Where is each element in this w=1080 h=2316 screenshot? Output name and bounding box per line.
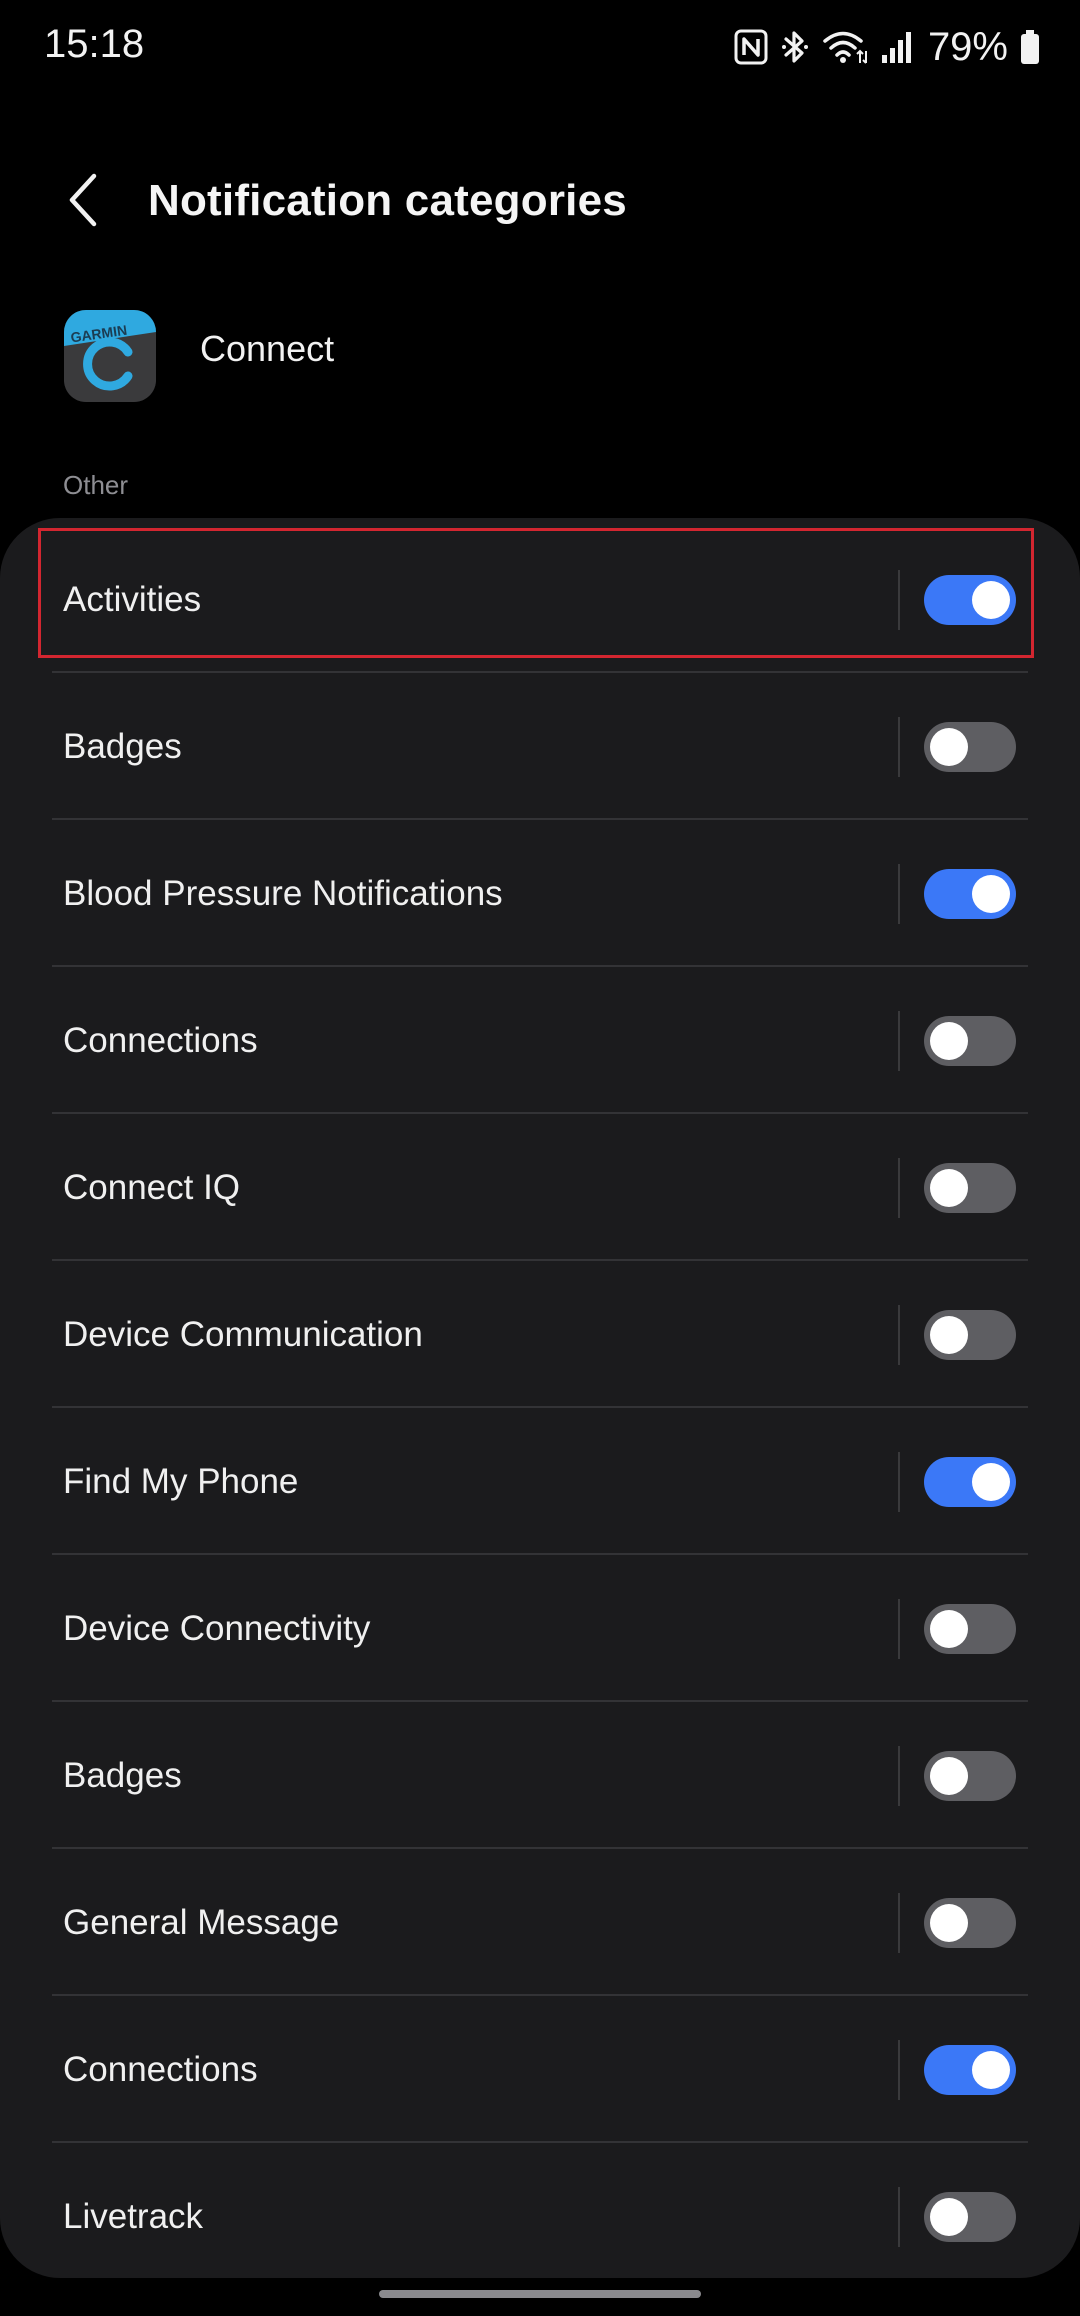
row-separator xyxy=(898,1304,900,1365)
category-toggle[interactable] xyxy=(924,1897,1016,1948)
category-row[interactable]: Device Connectivity xyxy=(0,1555,1080,1702)
category-label: Connections xyxy=(63,1020,258,1060)
category-row[interactable]: Badges xyxy=(0,673,1080,820)
category-toggle[interactable] xyxy=(924,1162,1016,1213)
row-separator xyxy=(898,2186,900,2247)
toggle-knob xyxy=(930,2197,968,2236)
category-label: Badges xyxy=(63,726,182,766)
category-label: Livetrack xyxy=(63,2196,204,2236)
category-label: Activities xyxy=(63,579,202,619)
row-separator xyxy=(898,1010,900,1071)
toggle-knob xyxy=(930,1021,968,1060)
section-label: Other xyxy=(63,470,129,500)
status-time: 15:18 xyxy=(44,22,145,66)
row-separator xyxy=(898,1157,900,1218)
row-separator xyxy=(898,1892,900,1953)
category-label: Device Communication xyxy=(63,1314,423,1354)
bluetooth-icon xyxy=(780,28,810,66)
category-toggle[interactable] xyxy=(924,2044,1016,2095)
row-separator xyxy=(898,1451,900,1512)
chevron-left-icon xyxy=(64,172,104,233)
category-row[interactable]: Device Communication xyxy=(0,1261,1080,1408)
category-row[interactable]: Connect IQ xyxy=(0,1114,1080,1261)
toggle-knob xyxy=(930,1903,968,1942)
navigation-handle[interactable] xyxy=(379,2290,701,2298)
categories-list: Activities Badges Blood Pressure Notificat… xyxy=(0,526,1080,2278)
category-toggle[interactable] xyxy=(924,2191,1016,2242)
category-row[interactable]: General Message xyxy=(0,1849,1080,1996)
toggle-knob xyxy=(930,1315,968,1354)
category-label: Connect IQ xyxy=(63,1167,241,1207)
row-separator xyxy=(898,863,900,924)
category-toggle[interactable] xyxy=(924,1750,1016,1801)
categories-card: Activities Badges Blood Pressure Notificat… xyxy=(0,518,1080,2278)
category-toggle[interactable] xyxy=(924,1309,1016,1360)
battery-percent: 79% xyxy=(927,24,1008,69)
toggle-knob xyxy=(930,1756,968,1795)
category-toggle[interactable] xyxy=(924,721,1016,772)
garmin-connect-app-icon: GARMIN xyxy=(64,310,156,402)
toggle-knob xyxy=(972,2050,1010,2089)
row-separator xyxy=(898,716,900,777)
status-icons: 79% xyxy=(734,22,1040,72)
status-bar: 15:18 79% xyxy=(0,0,1080,96)
category-toggle[interactable] xyxy=(924,1456,1016,1507)
category-row[interactable]: Blood Pressure Notifications xyxy=(0,820,1080,967)
toggle-knob xyxy=(972,580,1010,619)
category-toggle[interactable] xyxy=(924,868,1016,919)
category-toggle[interactable] xyxy=(924,1015,1016,1066)
battery-icon xyxy=(1020,29,1040,65)
category-row[interactable]: Connections xyxy=(0,967,1080,1114)
page-title: Notification categories xyxy=(148,176,627,225)
category-toggle[interactable] xyxy=(924,574,1016,625)
toggle-knob xyxy=(930,727,968,766)
category-row[interactable]: Badges xyxy=(0,1702,1080,1849)
category-row[interactable]: Activities xyxy=(0,526,1080,673)
row-separator xyxy=(898,569,900,630)
category-label: Badges xyxy=(63,1755,182,1795)
wifi-icon xyxy=(822,29,868,65)
category-label: General Message xyxy=(63,1902,340,1942)
nfc-icon xyxy=(734,29,768,65)
category-label: Connections xyxy=(63,2049,258,2089)
app-row: GARMIN Connect xyxy=(0,300,1080,420)
row-separator xyxy=(898,1598,900,1659)
category-row[interactable]: Connections xyxy=(0,1996,1080,2143)
toggle-knob xyxy=(972,874,1010,913)
signal-icon xyxy=(880,29,914,65)
toggle-knob xyxy=(972,1462,1010,1501)
toggle-knob xyxy=(930,1609,968,1648)
row-separator xyxy=(898,2039,900,2100)
category-toggle[interactable] xyxy=(924,1603,1016,1654)
category-row[interactable]: Livetrack xyxy=(0,2143,1080,2278)
row-separator xyxy=(898,1745,900,1806)
back-button[interactable] xyxy=(52,166,116,238)
app-name: Connect xyxy=(200,328,335,369)
category-label: Device Connectivity xyxy=(63,1608,371,1648)
category-row[interactable]: Find My Phone xyxy=(0,1408,1080,1555)
header: Notification categories xyxy=(0,150,1080,254)
toggle-knob xyxy=(930,1168,968,1207)
category-label: Find My Phone xyxy=(63,1461,299,1501)
category-label: Blood Pressure Notifications xyxy=(63,873,503,913)
